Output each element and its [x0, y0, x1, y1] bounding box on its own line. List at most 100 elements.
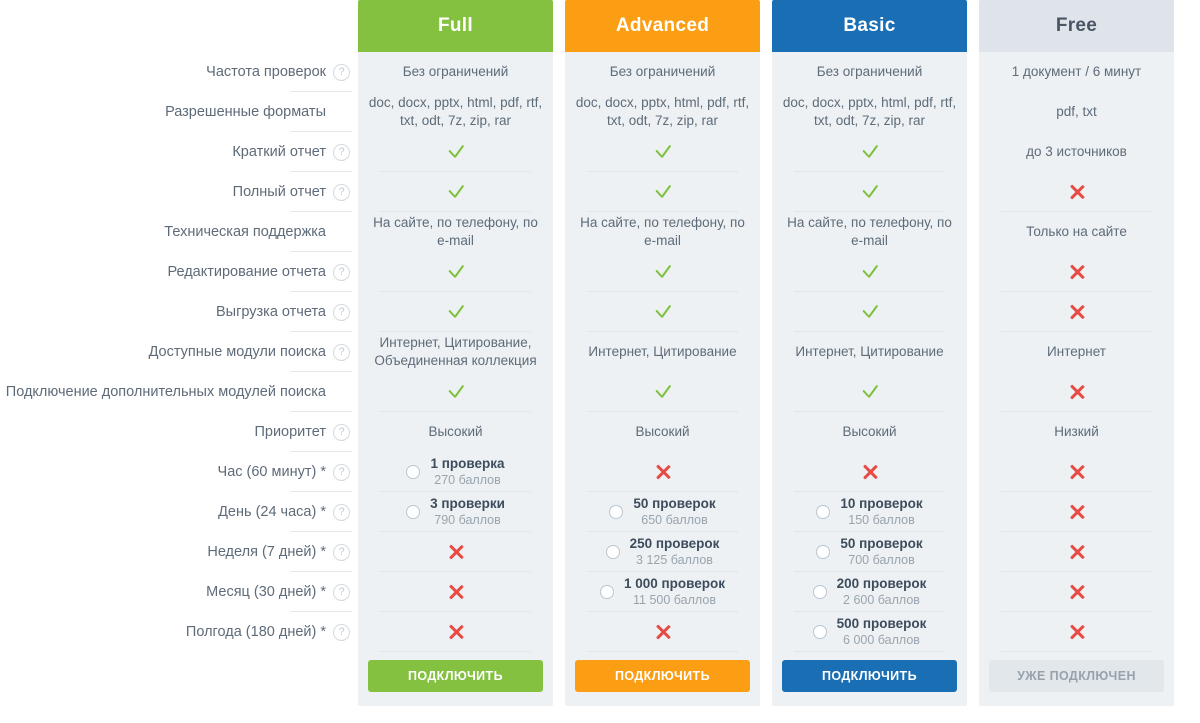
plan-option-row[interactable]: 50 проверок 700 баллов [782, 532, 957, 572]
option-text: 200 проверок 2 600 баллов [837, 576, 927, 608]
feature-row: Техническая поддержка? [0, 212, 358, 252]
feature-row: Месяц (30 дней) *? [0, 572, 358, 612]
option-price: 700 баллов [848, 553, 915, 568]
radio-button[interactable] [812, 625, 827, 639]
check-icon [860, 382, 880, 402]
plan-option-row[interactable]: 500 проверок 6 000 баллов [782, 612, 957, 652]
plan-column-basic: Basic Без ограничений doc, docx, pptx, htm… [772, 0, 967, 706]
plan-value-excluded [575, 452, 750, 492]
plan-body: 1 документ / 6 минут pdf, txt до 3 источни… [979, 52, 1174, 652]
option-text: 1 проверка 270 баллов [430, 456, 504, 488]
feature-label: Техническая поддержка [164, 223, 326, 240]
feature-label: Неделя (7 дней) * [207, 543, 326, 560]
radio-button[interactable] [816, 545, 831, 559]
option-title: 200 проверок [836, 575, 927, 591]
plan-value-included [782, 172, 957, 212]
check-icon [446, 182, 466, 202]
connect-button-basic[interactable]: Подключить [782, 660, 957, 692]
check-icon [653, 262, 673, 282]
radio-button[interactable] [605, 545, 620, 559]
feature-label: Полгода (180 дней) * [185, 623, 326, 640]
feature-label: День (24 часа) * [218, 503, 326, 520]
plan-value-included [368, 252, 543, 292]
radio-button[interactable] [406, 465, 421, 479]
help-icon[interactable]: ? [333, 623, 350, 641]
radio-button[interactable] [599, 585, 614, 599]
plan-header-free: Free [979, 0, 1174, 52]
option-title: 50 проверок [840, 535, 923, 551]
plan-value-text: doc, docx, pptx, html, pdf, rtf, txt, od… [575, 95, 750, 128]
feature-label: Месяц (30 дней) * [206, 583, 326, 600]
plan-value-text: Низкий [1054, 424, 1099, 440]
option-title: 250 проверок [629, 535, 720, 551]
option-price: 11 500 баллов [633, 593, 716, 608]
tariff-comparison-table: Частота проверок?Разрешенные форматы?Кра… [0, 0, 1200, 723]
plan-option-row[interactable]: 10 проверок 150 баллов [782, 492, 957, 532]
option-title: 1 проверка [430, 455, 505, 471]
check-icon [653, 302, 673, 322]
cross-icon [1068, 583, 1086, 601]
radio-button[interactable] [816, 505, 831, 519]
option-title: 10 проверок [840, 495, 923, 511]
plan-option-row[interactable]: 200 проверок 2 600 баллов [782, 572, 957, 612]
help-icon[interactable]: ? [333, 583, 350, 601]
radio-button[interactable] [812, 585, 827, 599]
cross-icon [1068, 623, 1086, 641]
plan-value-included [782, 252, 957, 292]
plan-body: Без ограничений doc, docx, pptx, html, pd… [772, 52, 967, 652]
plan-option-row[interactable]: 250 проверок 3 125 баллов [575, 532, 750, 572]
feature-row: Краткий отчет? [0, 132, 358, 172]
feature-row: Редактирование отчета? [0, 252, 358, 292]
connect-button-full[interactable]: Подключить [368, 660, 543, 692]
help-icon[interactable]: ? [333, 63, 350, 81]
radio-button[interactable] [406, 505, 421, 519]
plan-value-text: doc, docx, pptx, html, pdf, rtf, txt, od… [782, 95, 957, 128]
cell-divider [587, 651, 738, 652]
check-icon [860, 182, 880, 202]
plan-value-included [782, 292, 957, 332]
help-icon[interactable]: ? [333, 503, 350, 521]
help-icon[interactable]: ? [333, 263, 350, 281]
feature-row: Полгода (180 дней) *? [0, 612, 358, 652]
check-icon [446, 262, 466, 282]
feature-label: Частота проверок [206, 63, 326, 80]
option-title: 50 проверок [633, 495, 716, 511]
plan-value-excluded [782, 452, 957, 492]
help-icon[interactable]: ? [333, 143, 350, 161]
feature-label: Краткий отчет [232, 143, 326, 160]
cross-icon [654, 623, 672, 641]
feature-label: Доступные модули поиска [148, 343, 326, 360]
plan-value-text: Только на сайте [1026, 224, 1127, 240]
help-icon[interactable]: ? [333, 183, 350, 201]
plan-value-text: Интернет, Цитирование [795, 344, 944, 360]
feature-label: Подключение дополнительных модулей поиск… [5, 383, 326, 400]
plan-value-included [368, 172, 543, 212]
plan-value-included [782, 132, 957, 172]
plan-option-row[interactable]: 1 проверка 270 баллов [368, 452, 543, 492]
cross-icon [1068, 543, 1086, 561]
plan-value-excluded [989, 452, 1164, 492]
feature-label-column: Частота проверок?Разрешенные форматы?Кра… [0, 0, 358, 652]
cross-icon [1068, 263, 1086, 281]
help-icon[interactable]: ? [333, 463, 350, 481]
plan-columns: Full Без ограничений doc, docx, pptx, html… [358, 0, 1200, 706]
plan-value-text: Высокий [428, 424, 483, 440]
plan-value-included [575, 132, 750, 172]
connect-button-advanced[interactable]: Подключить [575, 660, 750, 692]
help-icon[interactable]: ? [333, 343, 350, 361]
check-icon [860, 302, 880, 322]
plan-option-row[interactable]: 3 проверки 790 баллов [368, 492, 543, 532]
option-title: 500 проверок [836, 615, 927, 631]
help-icon[interactable]: ? [333, 543, 350, 561]
cell-divider [1001, 651, 1152, 652]
plan-value-included [575, 292, 750, 332]
help-icon[interactable]: ? [333, 423, 350, 441]
option-title: 3 проверки [430, 495, 505, 511]
feature-column-header-spacer [0, 0, 358, 52]
radio-button[interactable] [609, 505, 624, 519]
plan-option-row[interactable]: 50 проверок 650 баллов [575, 492, 750, 532]
plan-option-row[interactable]: 1 000 проверок 11 500 баллов [575, 572, 750, 612]
feature-row: Частота проверок? [0, 52, 358, 92]
help-icon[interactable]: ? [333, 303, 350, 321]
plan-column-advanced: Advanced Без ограничений doc, docx, pptx, … [565, 0, 760, 706]
